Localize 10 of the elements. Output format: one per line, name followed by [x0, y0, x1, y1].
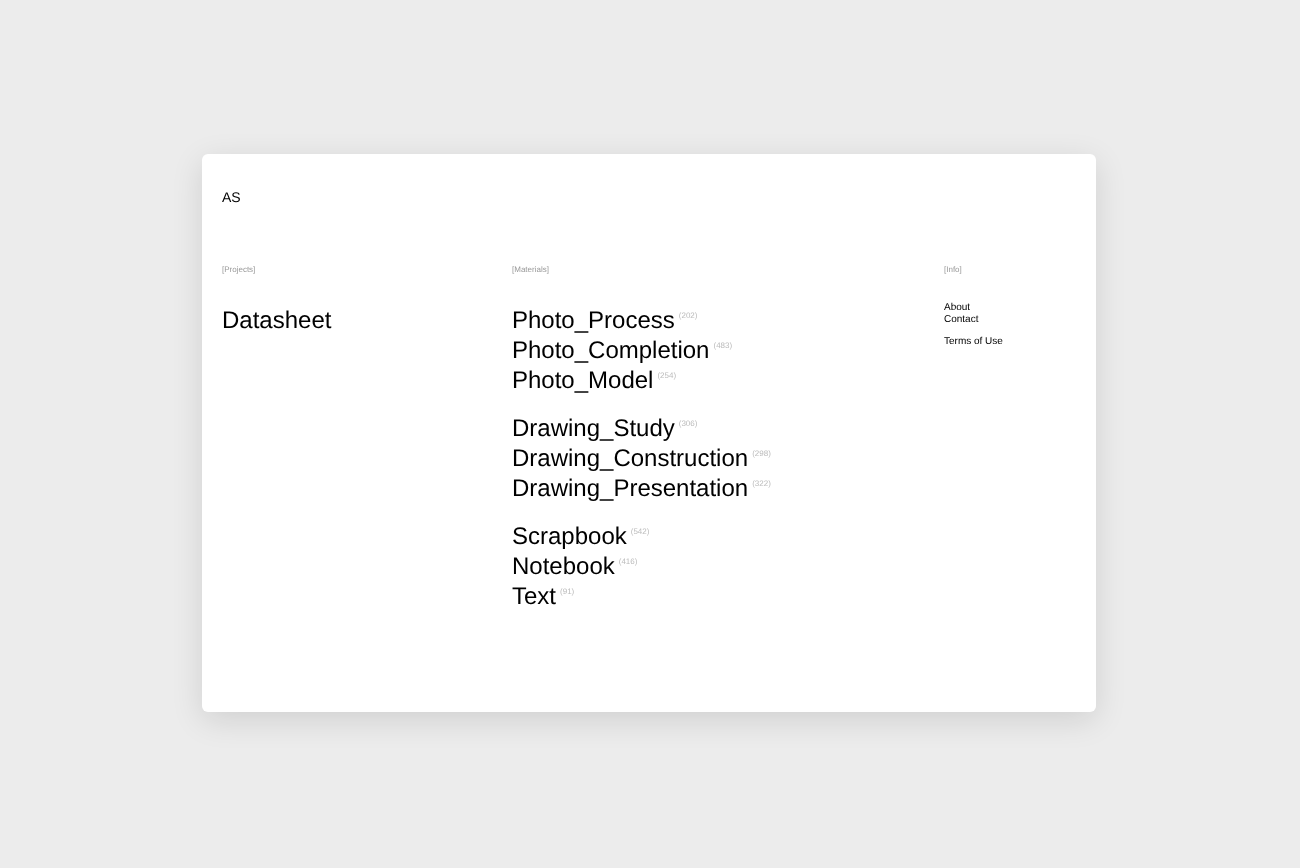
material-link[interactable]: Scrapbook: [512, 522, 627, 552]
material-link[interactable]: Drawing_Construction: [512, 444, 749, 474]
material-link[interactable]: Photo_Model: [512, 366, 654, 396]
material-link[interactable]: Photo_Process: [512, 306, 675, 336]
material-link[interactable]: Text: [512, 582, 557, 612]
project-link[interactable]: Datasheet: [222, 306, 332, 336]
material-link[interactable]: Drawing_Study: [512, 414, 675, 444]
material-link[interactable]: Notebook: [512, 552, 615, 582]
material-link[interactable]: Photo_Completion: [512, 336, 710, 366]
material-link[interactable]: Drawing_Presentation: [512, 474, 749, 504]
